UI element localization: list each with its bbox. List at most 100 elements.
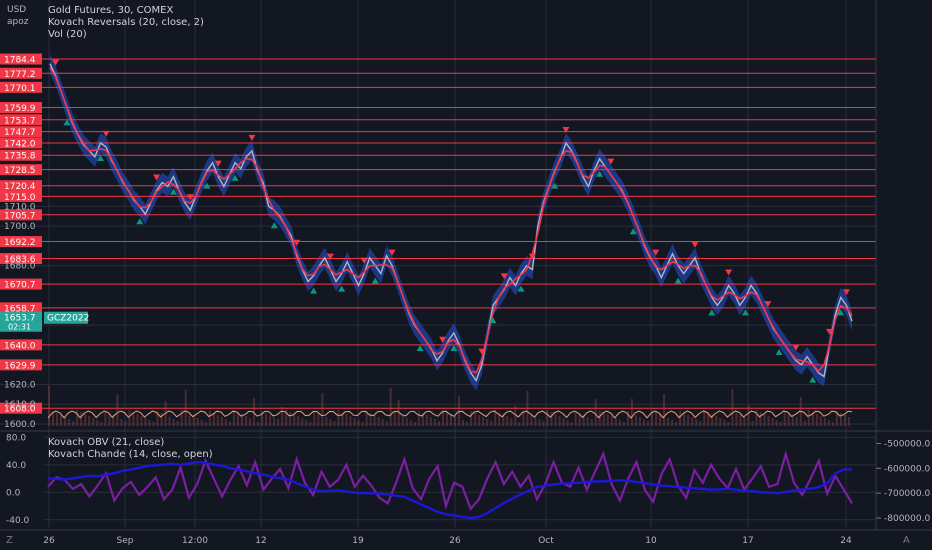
symbol-badge-label: GCZ2022: [47, 314, 89, 324]
y-tick-label: 1710.0: [4, 202, 36, 212]
volume-bar: [767, 416, 770, 426]
volume-bar: [405, 418, 408, 426]
volume-bar: [132, 412, 135, 426]
level-badge-label: 1784.4: [4, 56, 36, 66]
indicator-kovach-chande[interactable]: Kovach Chande (14, close, open): [48, 449, 213, 460]
volume-bar: [100, 422, 103, 426]
level-badge-label: 1742.0: [4, 139, 36, 149]
volume-bar: [433, 419, 436, 426]
volume-bar: [743, 417, 746, 426]
volume-bar: [691, 417, 694, 426]
buy-marker: [310, 287, 318, 294]
instrument-title[interactable]: Gold Futures, 30, COMEX: [48, 5, 173, 16]
volume-bar: [96, 420, 99, 426]
volume-bar: [450, 414, 452, 426]
volume-bar: [514, 406, 517, 426]
volume-bar: [297, 416, 300, 426]
volume-bar: [775, 420, 778, 426]
volume-bar: [172, 419, 175, 426]
volume-bar: [518, 422, 521, 426]
volume-bar: [148, 420, 151, 426]
volume-bar: [220, 417, 223, 426]
kovach-band: [50, 53, 852, 391]
volume-bar: [337, 410, 340, 426]
x-tick-label: 12: [255, 536, 266, 546]
volume-bar: [486, 419, 489, 426]
indicator-kovach-reversals[interactable]: Kovach Reversals (20, close, 2): [48, 17, 204, 28]
lower-right-tick: -600000.0: [884, 464, 930, 474]
volume-bar: [474, 413, 477, 426]
volume-bar: [759, 412, 762, 426]
volume-bar: [731, 389, 734, 426]
indicator-kovach-obv[interactable]: Kovach OBV (21, close): [48, 437, 164, 448]
volume-bar: [425, 415, 428, 426]
volume-bar: [679, 411, 682, 426]
volume-bar: [409, 420, 412, 426]
volume-bar: [317, 413, 320, 426]
x-tick-label: 19: [352, 536, 364, 546]
signal-line: [49, 67, 853, 374]
x-tick-label: 17: [742, 536, 753, 546]
level-badge-label: 1759.9: [4, 104, 36, 114]
auto-scale-icon[interactable]: A: [903, 535, 910, 546]
volume-bars: [47, 386, 853, 426]
sell-marker: [248, 134, 256, 141]
volume-bar: [265, 413, 268, 426]
x-tick-label: Oct: [538, 536, 554, 546]
currency-label: USD: [7, 5, 27, 15]
volume-bar: [293, 414, 296, 426]
volume-bar: [847, 417, 850, 426]
x-tick-label: 24: [840, 536, 852, 546]
x-tick-label: 10: [645, 536, 657, 546]
volume-bar: [606, 414, 609, 426]
indicator-volume[interactable]: Vol (20): [48, 29, 87, 40]
volume-bar: [393, 412, 396, 426]
volume-bar: [566, 420, 569, 426]
volume-bar: [437, 421, 440, 426]
volume-bar: [144, 418, 147, 426]
chart-canvas[interactable]: 80.0 40.0 0.0 -40.0 -500000.0 -600000.0 -70000…: [0, 0, 932, 550]
volume-bar: [120, 419, 123, 426]
volume-bar: [309, 422, 312, 426]
volume-bar: [675, 422, 678, 426]
volume-bar: [827, 420, 830, 426]
volume-bar: [683, 413, 686, 426]
volume-bar: [301, 418, 304, 426]
volume-bar: [478, 415, 481, 426]
volume-bar: [76, 410, 79, 426]
volume-bar: [803, 421, 806, 426]
volume-bar: [562, 418, 565, 426]
level-badge-label: 1777.2: [4, 70, 36, 80]
volume-bar: [490, 421, 493, 426]
volume-bar: [104, 411, 107, 426]
volume-bar: [176, 421, 179, 426]
volume-bar: [313, 411, 316, 426]
volume-bar: [815, 414, 818, 426]
volume-bar: [136, 414, 139, 426]
timezone-icon[interactable]: Z: [6, 535, 13, 546]
volume-bar: [196, 418, 199, 426]
volume-bar: [68, 419, 71, 426]
level-badge-label: 1629.9: [4, 361, 36, 371]
volume-bar: [614, 418, 617, 426]
volume-bar: [92, 418, 95, 426]
volume-bar: [634, 415, 637, 426]
level-badge-label: 1670.7: [4, 281, 36, 291]
volume-bar: [417, 411, 420, 426]
volume-bar: [719, 418, 722, 426]
volume-bar: [204, 422, 207, 426]
volume-bar: [212, 413, 215, 426]
volume-bar: [188, 414, 191, 426]
volume-bar: [763, 414, 766, 426]
volume-bar: [590, 419, 593, 426]
volume-bar: [558, 416, 561, 426]
volume-bar: [413, 422, 416, 426]
chart-window: 80.0 40.0 0.0 -40.0 -500000.0 -600000.0 -70000…: [0, 0, 932, 550]
volume-bar: [831, 422, 834, 426]
volume-bar: [357, 420, 360, 426]
volume-bar: [273, 417, 276, 426]
volume-bar: [329, 419, 332, 426]
volume-bar: [60, 415, 63, 426]
volume-bar: [530, 415, 533, 426]
x-tick-label: 26: [43, 536, 55, 546]
